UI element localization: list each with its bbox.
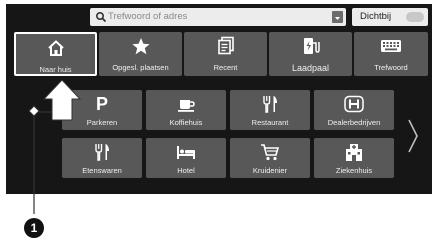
callout-pointer bbox=[28, 79, 82, 214]
callout-number-badge: 1 bbox=[24, 218, 44, 238]
